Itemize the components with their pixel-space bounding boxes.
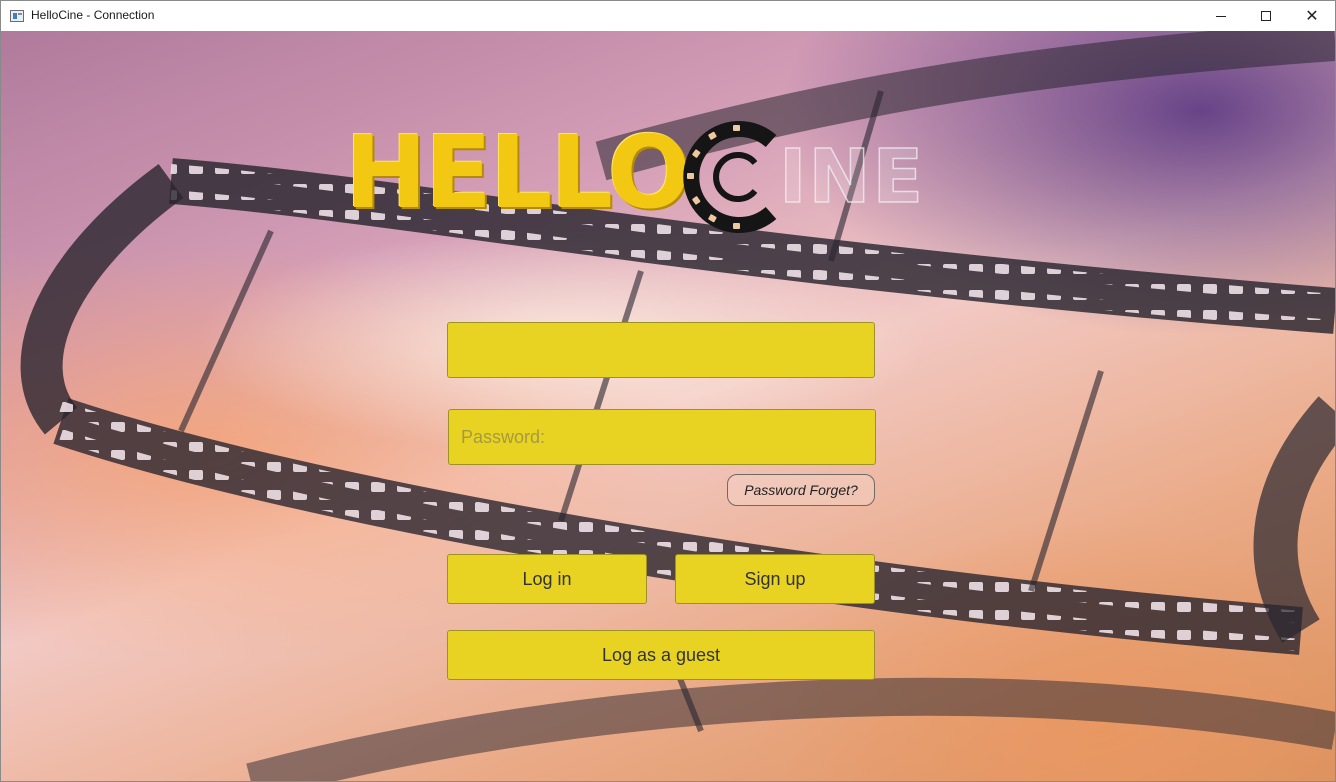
app-window: HelloCine - Connection ✕ HELLO INE Passw… bbox=[0, 0, 1336, 782]
password-forget-button[interactable]: Password Forget? bbox=[727, 474, 875, 506]
username-input[interactable] bbox=[447, 322, 875, 378]
close-icon: ✕ bbox=[1305, 6, 1319, 25]
login-button[interactable]: Log in bbox=[447, 554, 647, 604]
film-reel-icon bbox=[683, 121, 777, 233]
logo-cine-text: INE bbox=[778, 133, 926, 221]
hellocine-logo: HELLO INE bbox=[341, 119, 961, 239]
password-input[interactable] bbox=[448, 409, 876, 465]
window-title: HelloCine - Connection bbox=[31, 8, 155, 22]
close-button[interactable]: ✕ bbox=[1289, 1, 1335, 31]
logo-hello-text: HELLO bbox=[345, 114, 691, 231]
guest-login-button[interactable]: Log as a guest bbox=[447, 630, 875, 680]
signup-button[interactable]: Sign up bbox=[675, 554, 875, 604]
app-icon bbox=[10, 10, 24, 22]
maximize-button[interactable] bbox=[1243, 1, 1289, 31]
login-screen: HELLO INE Password Forget? Log in Sign u… bbox=[1, 31, 1335, 781]
minimize-icon bbox=[1216, 15, 1226, 17]
maximize-icon bbox=[1261, 11, 1271, 21]
title-bar[interactable]: HelloCine - Connection ✕ bbox=[1, 1, 1335, 31]
minimize-button[interactable] bbox=[1198, 1, 1244, 31]
